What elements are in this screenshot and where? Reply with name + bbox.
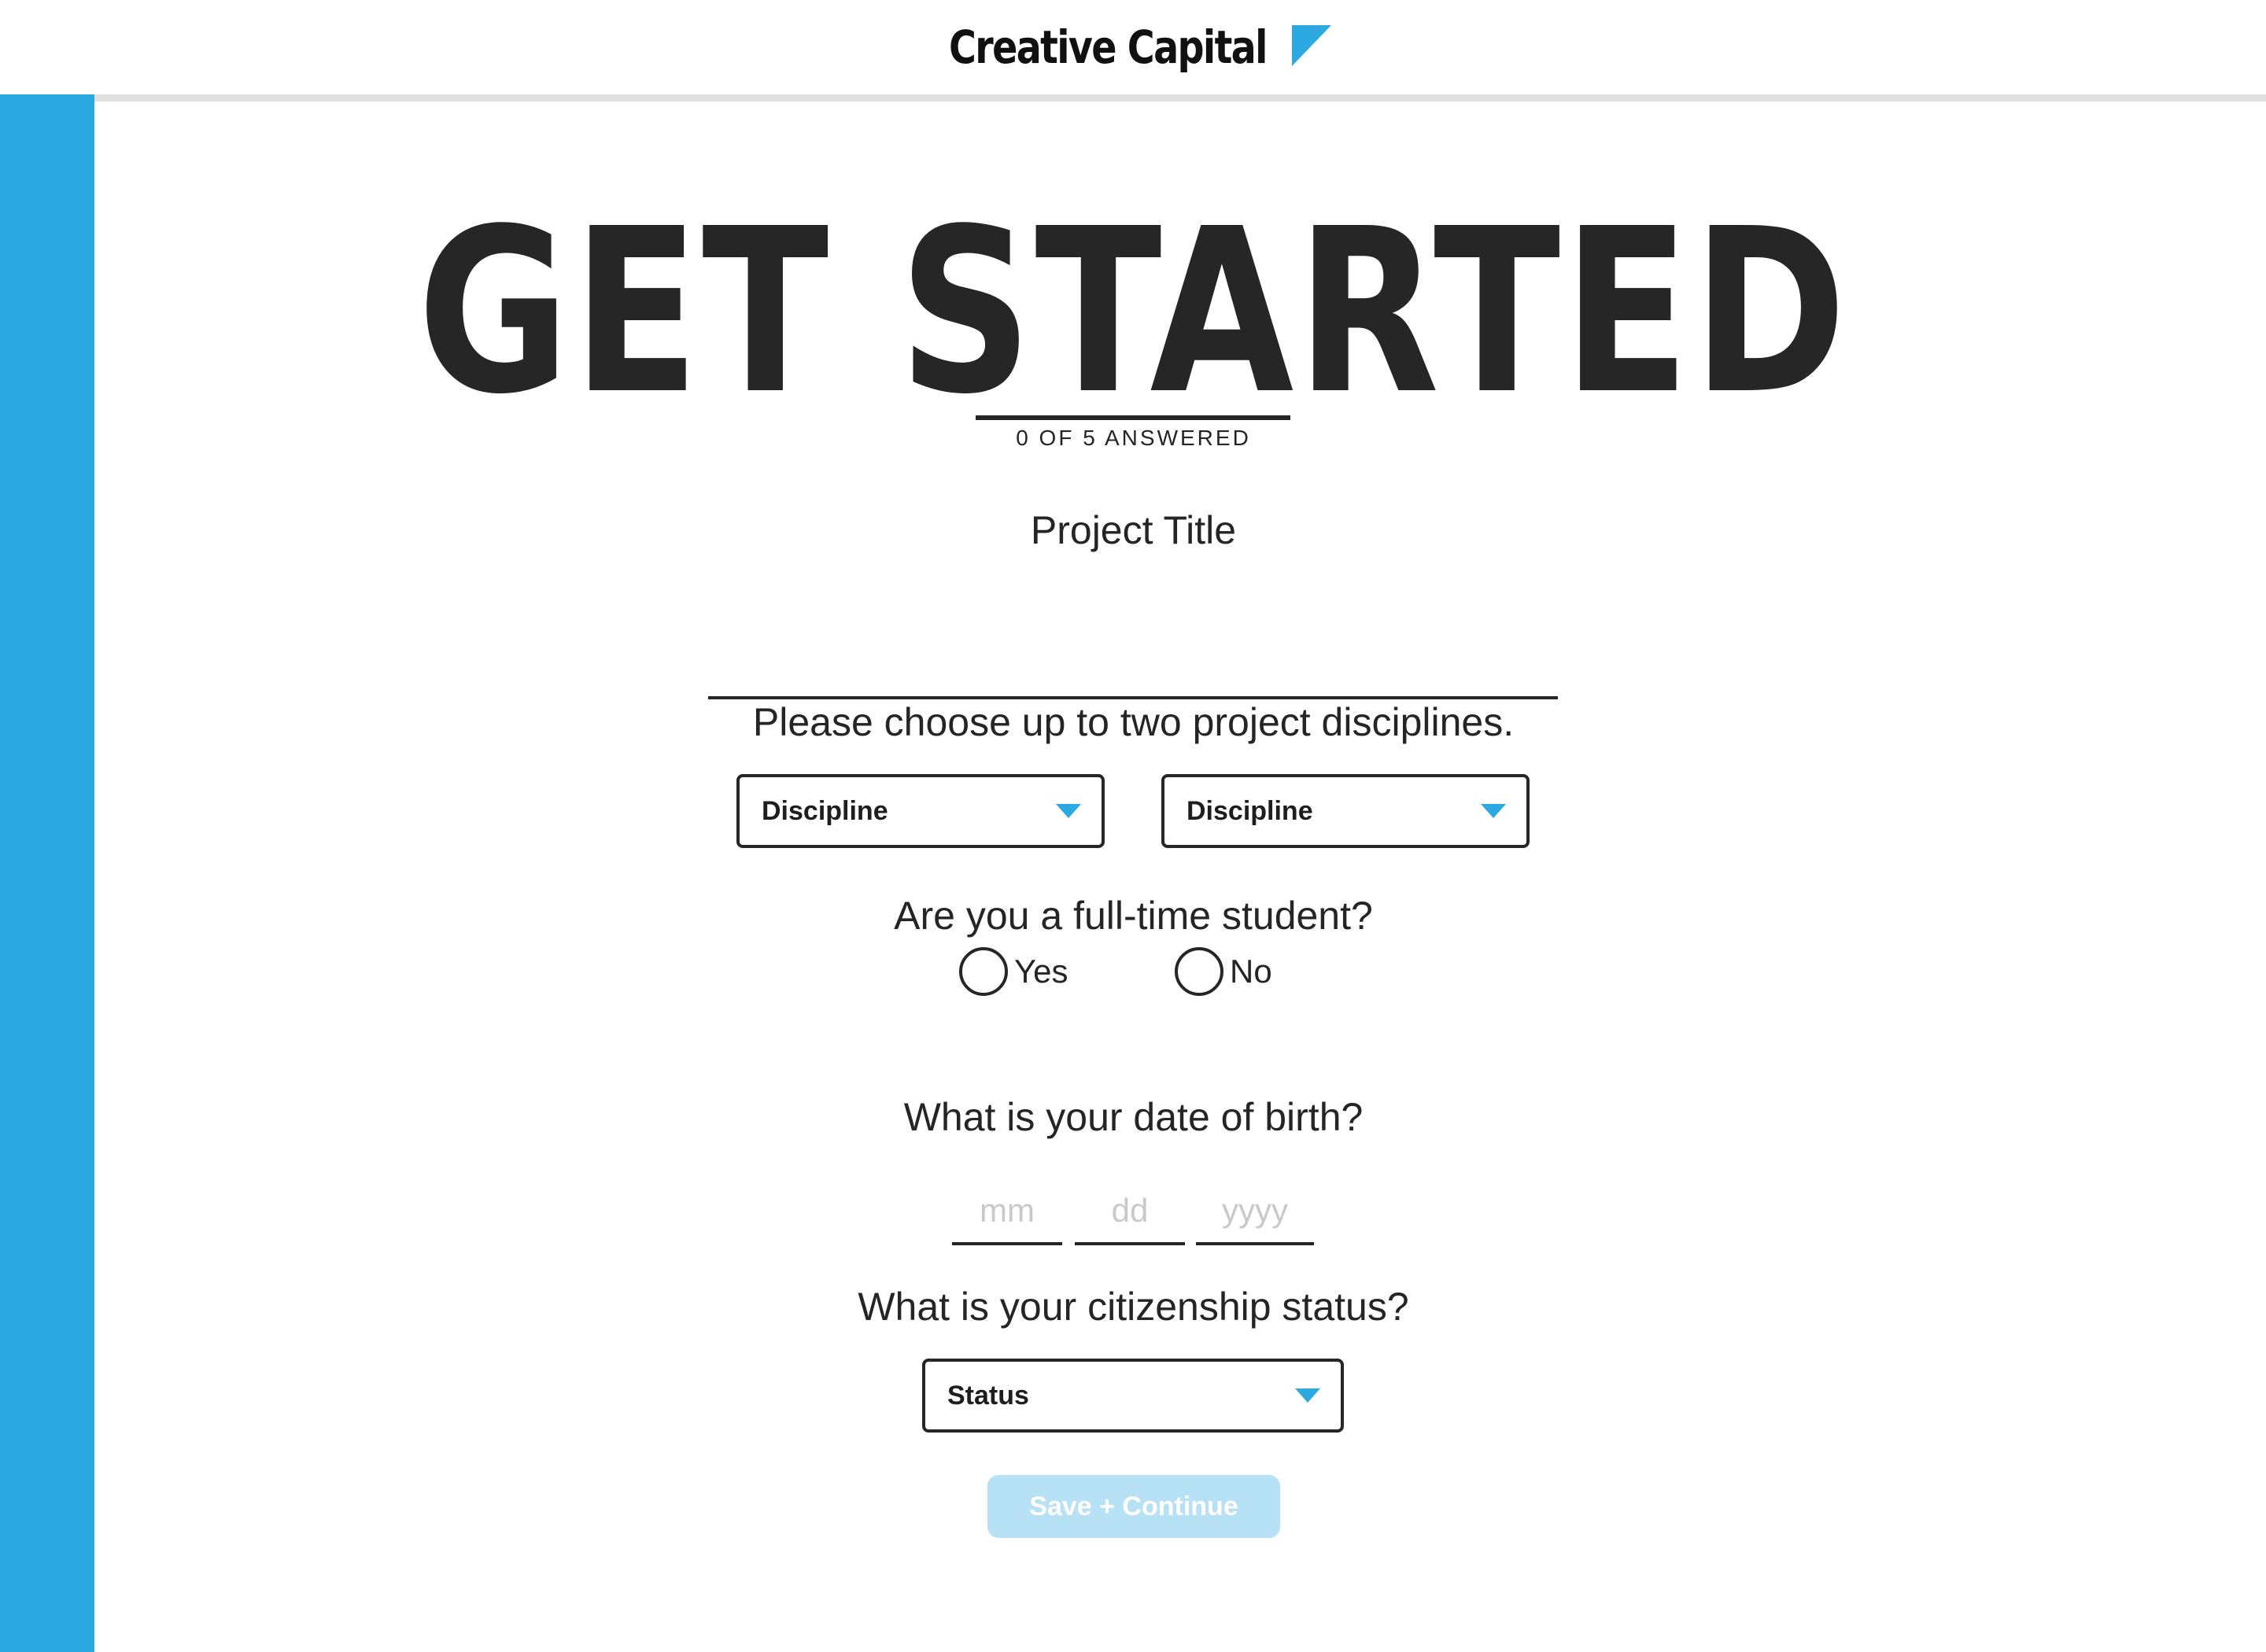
- dob-year-input[interactable]: [1196, 1179, 1314, 1245]
- brand-flag-icon: [1292, 25, 1331, 66]
- page-title: GET STARTED: [417, 180, 1850, 444]
- caret-down-icon: [1295, 1388, 1320, 1403]
- save-continue-button[interactable]: Save + Continue: [987, 1475, 1280, 1538]
- caret-down-icon: [1056, 804, 1081, 818]
- discipline-select-1[interactable]: Discipline: [736, 774, 1105, 848]
- radio-circle-icon: [1175, 947, 1223, 996]
- brand-name: Creative Capital: [949, 20, 1268, 74]
- discipline-select-1-value: Discipline: [762, 795, 888, 826]
- project-title-label: Project Title: [1030, 508, 1237, 552]
- citizenship-select-value: Status: [947, 1380, 1029, 1410]
- disciplines-label: Please choose up to two project discipli…: [752, 700, 1515, 744]
- citizenship-label: What is your citizenship status?: [858, 1285, 1409, 1329]
- student-radio-no[interactable]: No: [1175, 946, 1272, 997]
- brand-logo[interactable]: Creative Capital: [949, 17, 1331, 77]
- citizenship-select[interactable]: Status: [922, 1359, 1344, 1433]
- dob-month-input[interactable]: [952, 1179, 1062, 1245]
- onboarding-form: GET STARTED 0 OF 5 ANSWERED Project Titl…: [94, 101, 2266, 1652]
- project-title-input[interactable]: [708, 652, 1558, 699]
- radio-circle-icon: [959, 947, 1008, 996]
- header-divider: [0, 94, 2266, 101]
- side-accent-bar: [0, 94, 94, 1652]
- caret-down-icon: [1481, 804, 1506, 818]
- progress-status: 0 OF 5 ANSWERED: [1016, 426, 1251, 450]
- student-label: Are you a full-time student?: [894, 894, 1373, 938]
- site-header: Creative Capital: [0, 0, 2266, 94]
- discipline-select-2[interactable]: Discipline: [1161, 774, 1530, 848]
- student-yes-label: Yes: [1014, 953, 1068, 990]
- student-no-label: No: [1230, 953, 1272, 990]
- dob-day-input[interactable]: [1075, 1179, 1185, 1245]
- progress-bar: [976, 415, 1290, 420]
- student-radio-yes[interactable]: Yes: [959, 946, 1068, 997]
- dob-label: What is your date of birth?: [903, 1095, 1364, 1139]
- discipline-select-2-value: Discipline: [1187, 795, 1313, 826]
